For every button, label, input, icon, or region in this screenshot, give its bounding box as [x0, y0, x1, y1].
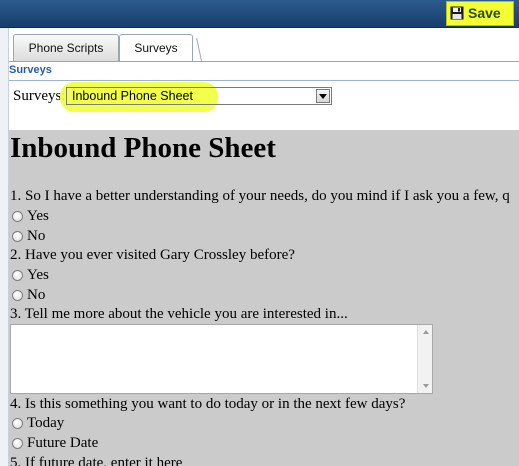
scroll-down-icon[interactable]: [423, 384, 429, 388]
scroll-up-icon[interactable]: [423, 330, 429, 334]
radio-option[interactable]: No: [12, 287, 45, 304]
dropdown-button[interactable]: [316, 89, 330, 103]
save-button-highlight: Save: [446, 1, 514, 26]
tab-surveys[interactable]: Surveys: [119, 34, 193, 61]
question-2: 2. Have you ever visited Gary Crossley b…: [10, 247, 295, 263]
radio-button[interactable]: [12, 290, 23, 301]
radio-label: Yes: [27, 208, 49, 224]
chevron-down-icon: [319, 93, 327, 99]
radio-label: No: [27, 287, 46, 303]
tab-divider: [9, 61, 519, 62]
question-3: 3. Tell me more about the vehicle you ar…: [10, 306, 348, 322]
radio-option[interactable]: Yes: [12, 208, 49, 225]
surveys-select-value: Inbound Phone Sheet: [72, 89, 193, 103]
radio-label: Future Date: [27, 435, 99, 451]
question-4: 4. Is this something you want to do toda…: [10, 396, 406, 412]
radio-label: Today: [27, 415, 65, 431]
tab-phone-scripts[interactable]: Phone Scripts: [13, 34, 119, 61]
radio-label: No: [27, 228, 46, 244]
radio-option[interactable]: No: [12, 228, 45, 245]
tab-label: Surveys: [134, 41, 178, 55]
survey-title: Inbound Phone Sheet: [10, 132, 276, 164]
radio-button[interactable]: [12, 231, 23, 242]
save-label: Save: [468, 5, 501, 21]
section-title: Surveys: [9, 64, 52, 76]
question-5: 5. If future date, enter it here: [10, 455, 183, 466]
radio-label: Yes: [27, 267, 49, 283]
question-1: 1. So I have a better understanding of y…: [10, 188, 510, 204]
tab-bar: Phone Scripts Surveys: [9, 34, 519, 62]
vehicle-interest-textarea[interactable]: [10, 324, 433, 394]
section-divider: [9, 80, 519, 81]
survey-form: Inbound Phone Sheet 1. So I have a bette…: [9, 130, 519, 466]
radio-option[interactable]: Future Date: [12, 435, 98, 452]
radio-button[interactable]: [12, 438, 23, 449]
surveys-select-label: Surveys:: [13, 88, 66, 104]
top-toolbar: Save: [0, 0, 519, 28]
floppy-disk-icon: [450, 6, 464, 20]
left-panel-edge: [0, 28, 9, 466]
radio-button[interactable]: [12, 211, 23, 222]
radio-option[interactable]: Yes: [12, 267, 49, 284]
tab-label: Phone Scripts: [28, 41, 104, 55]
radio-option[interactable]: Today: [12, 415, 64, 432]
radio-button[interactable]: [12, 418, 23, 429]
save-button[interactable]: Save: [450, 5, 501, 21]
textarea-scrollbar[interactable]: [417, 325, 432, 393]
radio-button[interactable]: [12, 270, 23, 281]
surveys-select[interactable]: Inbound Phone Sheet: [66, 87, 332, 105]
